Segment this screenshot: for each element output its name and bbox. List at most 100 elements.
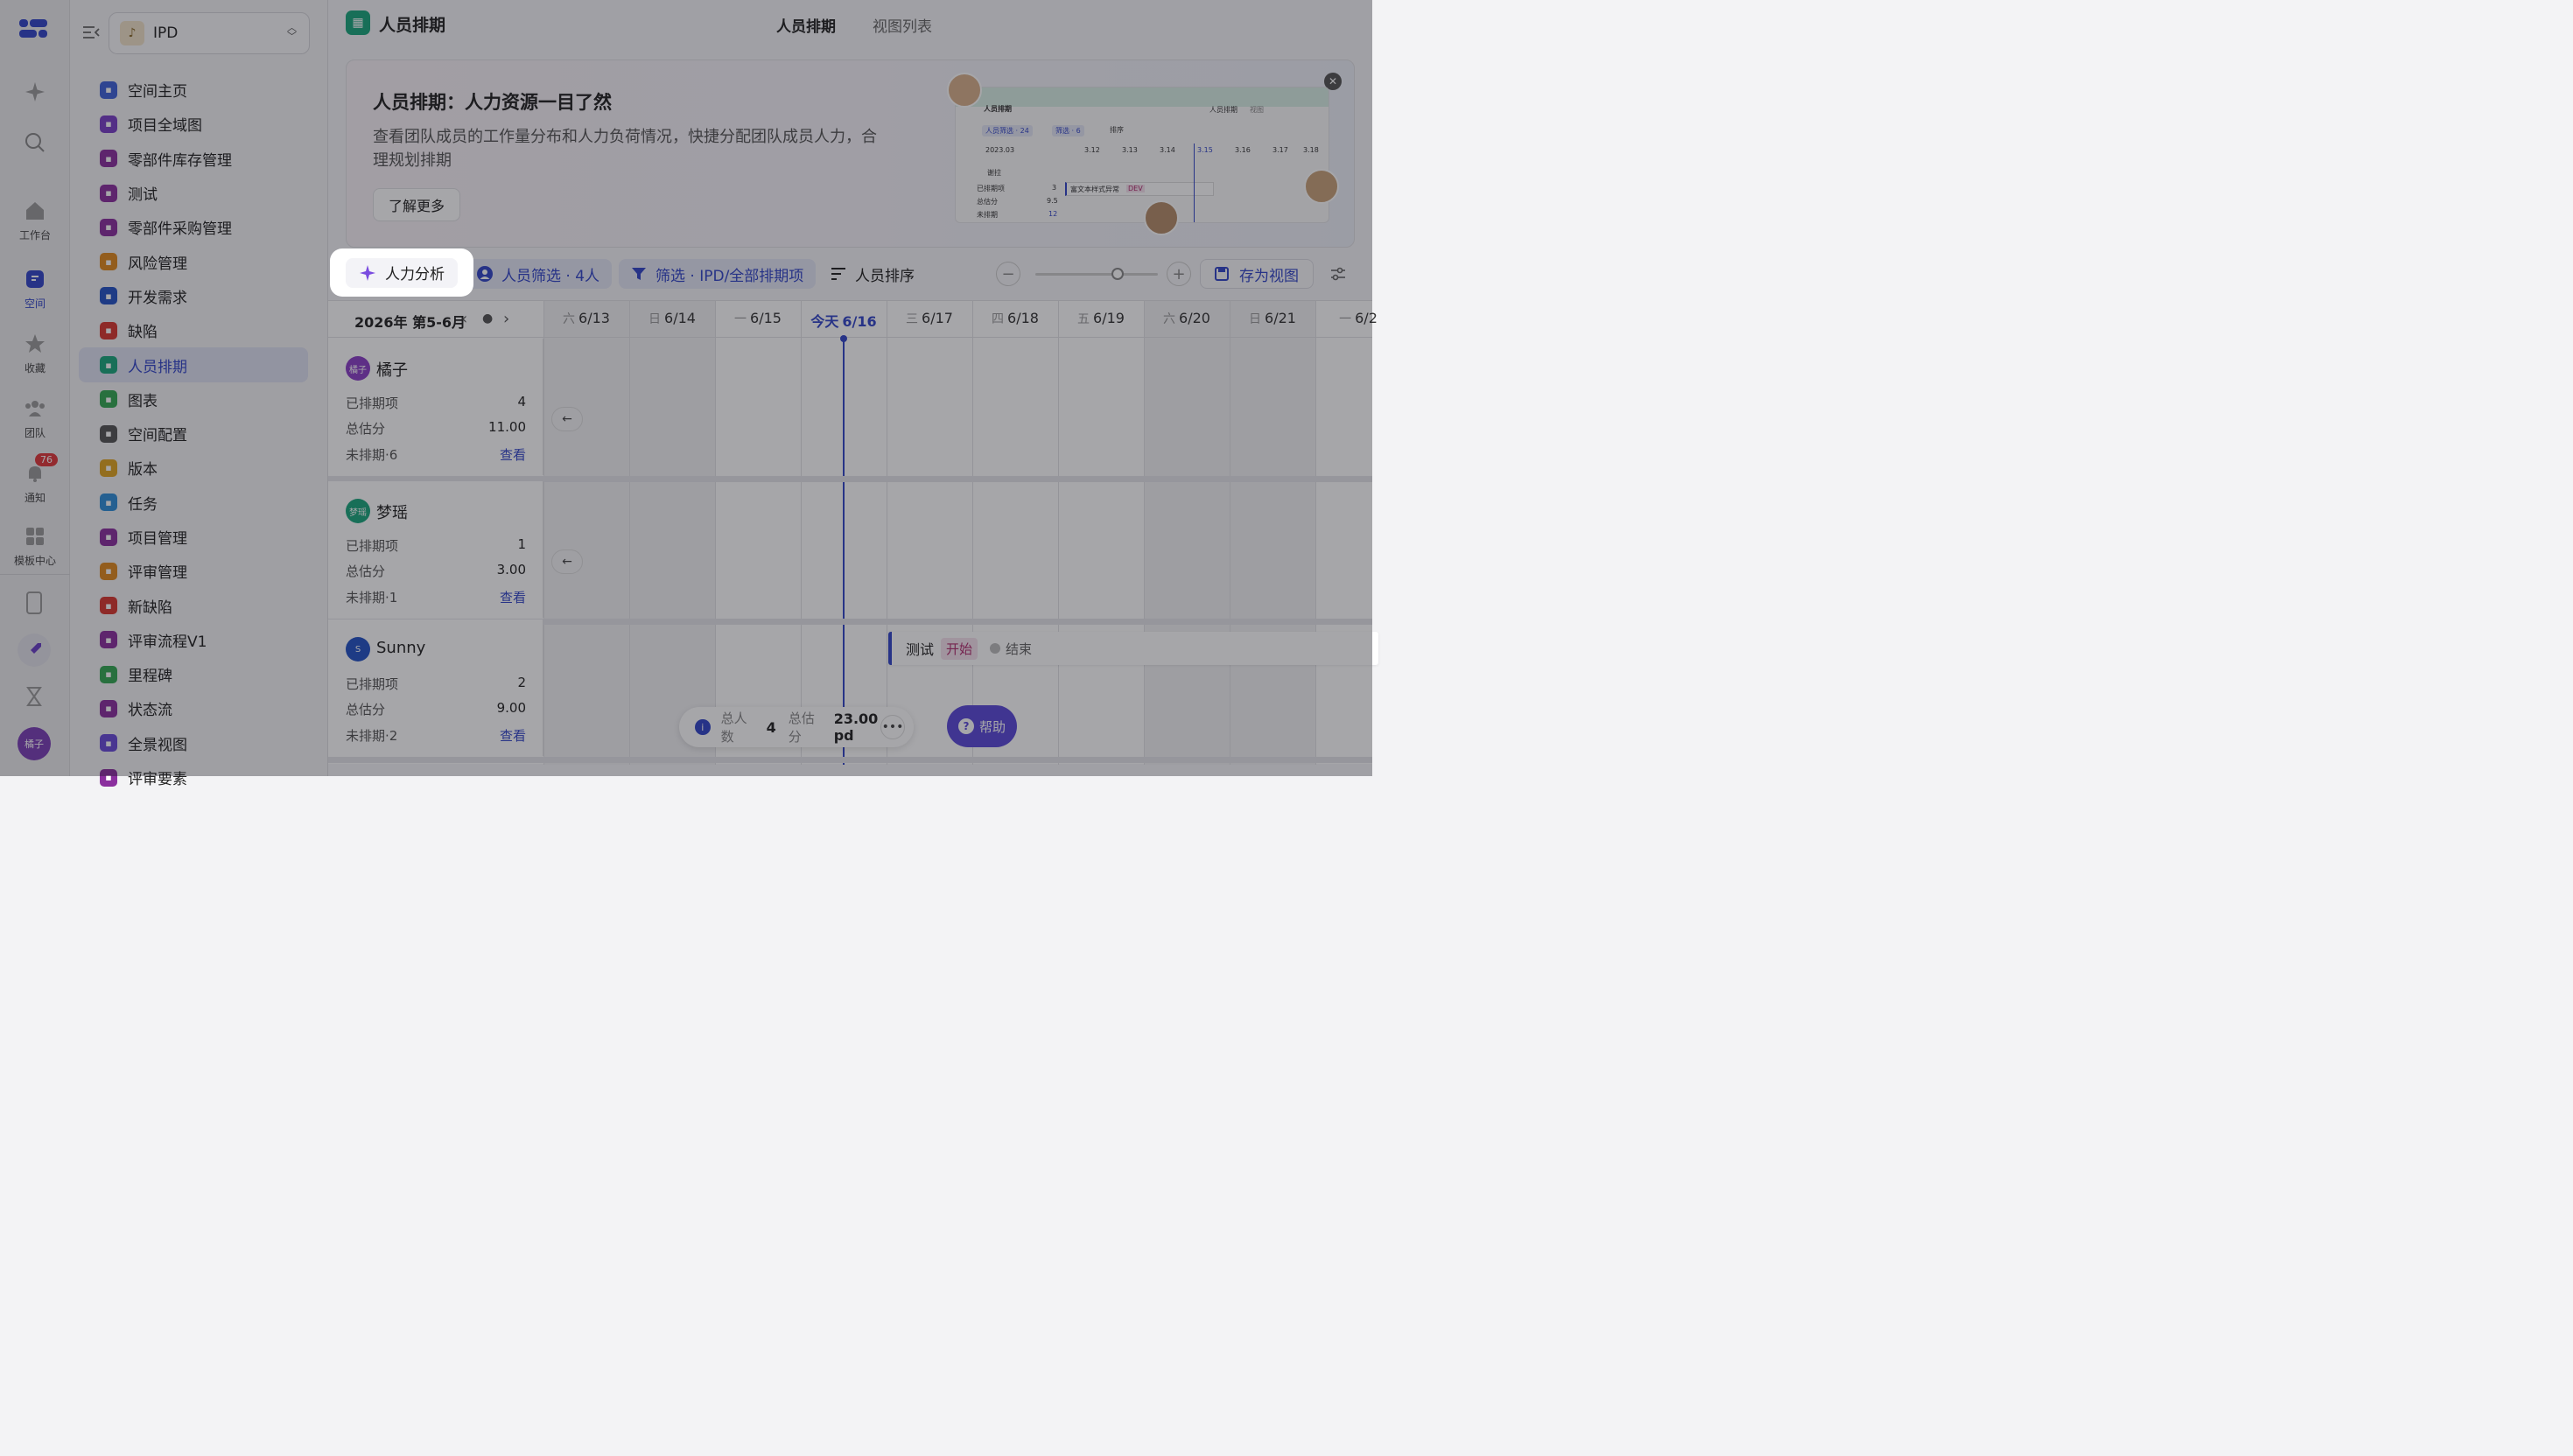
filter-button[interactable]: 筛选 · IPD/全部排期项 [619,259,817,289]
collapse-sidebar-icon[interactable] [82,24,100,40]
banner-title: 人员排期：人力资源一目了然 [373,92,612,113]
rail-search[interactable] [0,131,70,159]
zoom-slider-handle[interactable] [1111,268,1124,280]
tab-people-schedule[interactable]: 人员排期 [776,14,836,36]
rail-workbench[interactable]: 工作台 [0,200,70,242]
day-column[interactable] [715,301,801,765]
schedule-toolbar: 人员筛选 · 4人 筛选 · IPD/全部排期项 人员排序 − + 存为视图 [328,254,1372,294]
person-name: Sunny [376,639,426,657]
user-avatar[interactable]: 橘子 [18,727,51,760]
prev-period-icon[interactable]: ‹ [461,310,467,328]
view-unscheduled-link[interactable]: 查看 [500,726,526,745]
weekday-label: 六 [563,312,576,326]
arrow-left-icon[interactable]: ← [551,407,583,431]
day-column[interactable] [629,301,715,765]
sidebar-item[interactable]: ▪ 人员排期 [79,347,308,382]
scheduled-row: 已排期项 2 [346,675,526,692]
sidebar-item[interactable]: ▪ 新缺陷 [79,588,308,622]
nav-item-icon: ▪ [100,150,117,168]
schedule-app-icon: ▦ [346,10,370,35]
rail-templates[interactable]: 模板中心 [0,525,70,568]
space-selector[interactable]: ♪ IPD ︿ ﹀ [109,12,310,54]
hourglass-icon[interactable] [26,686,42,707]
person-row: 梦瑶 梦瑶 已排期项 1 总估分 3.00 未排期·1 查看 [328,481,543,618]
zoom-out-button[interactable]: − [996,262,1020,286]
space-sidebar: ♪ IPD ︿ ﹀ ▪ 空间主页 ▪ 项目全域图 ▪ 零部件库存管理 ▪ 测试 ▪ 零部件采购管理 ▪… [70,0,328,788]
sidebar-item[interactable]: ▪ 测试 [79,176,308,210]
rail-ai[interactable] [0,80,70,108]
day-header: 四 6/18 [972,310,1058,327]
rocket-icon[interactable] [18,634,51,667]
day-column[interactable] [1144,301,1230,765]
sidebar-item[interactable]: ▪ 图表 [79,382,308,416]
sort-button[interactable]: 人员排序 [818,259,927,289]
sidebar-item[interactable]: ▪ 任务 [79,486,308,520]
notification-badge: 76 [35,453,58,466]
sidebar-item[interactable]: ▪ 空间配置 [79,416,308,451]
sidebar-item[interactable]: ▪ 评审要素 [79,760,308,794]
preview-avatar-2 [1304,169,1339,204]
today-dot-icon[interactable]: ● [482,312,493,326]
sidebar-item[interactable]: ▪ 全景视图 [79,726,308,760]
help-button[interactable]: ? 帮助 [947,705,1017,747]
day-header: 日 6/14 [629,310,715,327]
sidebar-item[interactable]: ▪ 零部件库存管理 [79,142,308,176]
sidebar-item-label: 任务 [128,495,158,514]
day-column[interactable] [887,301,972,765]
people-filter-button[interactable]: 人员筛选 · 4人 [465,259,613,289]
more-icon[interactable]: ••• [880,715,905,739]
sidebar-item-label: 评审要素 [128,771,187,789]
learn-more-button[interactable]: 了解更多 [373,188,460,221]
arrow-left-icon[interactable]: ← [551,550,583,574]
sidebar-item[interactable]: ▪ 风险管理 [79,244,308,278]
sidebar-item[interactable]: ▪ 零部件采购管理 [79,210,308,244]
next-period-icon[interactable]: › [503,310,509,328]
sidebar-item[interactable]: ▪ 状态流 [79,691,308,725]
sidebar-item[interactable]: ▪ 项目管理 [79,520,308,554]
date-label: 6/16 [842,313,877,330]
preview-unscheduled-label: 未排期 [977,211,998,219]
task-bar[interactable]: 测试 开始 结束 [888,632,1378,665]
day-column[interactable] [972,301,1058,765]
sidebar-item[interactable]: ▪ 里程碑 [79,657,308,691]
rail-team[interactable]: 团队 [0,397,70,440]
sidebar-item[interactable]: ▪ 开发需求 [79,279,308,313]
person-avatar: 橘子 [346,356,370,381]
nav-item-icon: ▪ [100,494,117,512]
view-unscheduled-link[interactable]: 查看 [500,588,526,606]
ai-analysis-button[interactable]: 人力分析 [346,257,458,288]
mobile-icon[interactable] [25,592,44,614]
weekday-label: 六 [1163,312,1176,326]
sidebar-item-label: 状态流 [128,702,172,720]
sidebar-item[interactable]: ▪ 缺陷 [79,313,308,347]
nav-item-icon: ▪ [100,321,117,340]
save-view-button[interactable]: 存为视图 [1200,259,1314,289]
zoom-slider-track[interactable] [1035,273,1158,276]
app-logo-icon[interactable] [19,18,49,40]
preview-sort: 排序 [1110,126,1124,134]
day-column[interactable] [543,301,629,765]
rail-favorites[interactable]: 收藏 [0,332,70,375]
sidebar-item[interactable]: ▪ 版本 [79,451,308,485]
nav-item-icon: ▪ [100,562,117,580]
day-column[interactable] [1230,301,1315,765]
sidebar-item[interactable]: ▪ 项目全域图 [79,107,308,141]
sidebar-item[interactable]: ▪ 评审管理 [79,554,308,588]
sidebar-item-label: 空间配置 [128,427,187,445]
day-column[interactable] [1315,301,1401,765]
sidebar-item-label: 测试 [128,186,158,205]
preview-day-1: 3.12 [1084,146,1100,154]
sidebar-item[interactable]: ▪ 评审流程V1 [79,623,308,657]
rail-space[interactable]: 空间 [0,268,70,311]
sliders-settings-icon[interactable] [1329,265,1347,283]
preview-day-3: 3.14 [1160,146,1175,154]
tab-view-list[interactable]: 视图列表 [873,14,932,36]
sparkle-icon [25,82,45,102]
zoom-in-button[interactable]: + [1167,262,1191,286]
ai-analysis-spotlight[interactable]: 人力分析 [330,248,473,297]
rail-notifications[interactable]: 通知 [0,462,70,505]
sidebar-item[interactable]: ▪ 空间主页 [79,73,308,107]
day-column[interactable] [1058,301,1144,765]
view-unscheduled-link[interactable]: 查看 [500,445,526,464]
space-name: IPD [153,24,179,42]
